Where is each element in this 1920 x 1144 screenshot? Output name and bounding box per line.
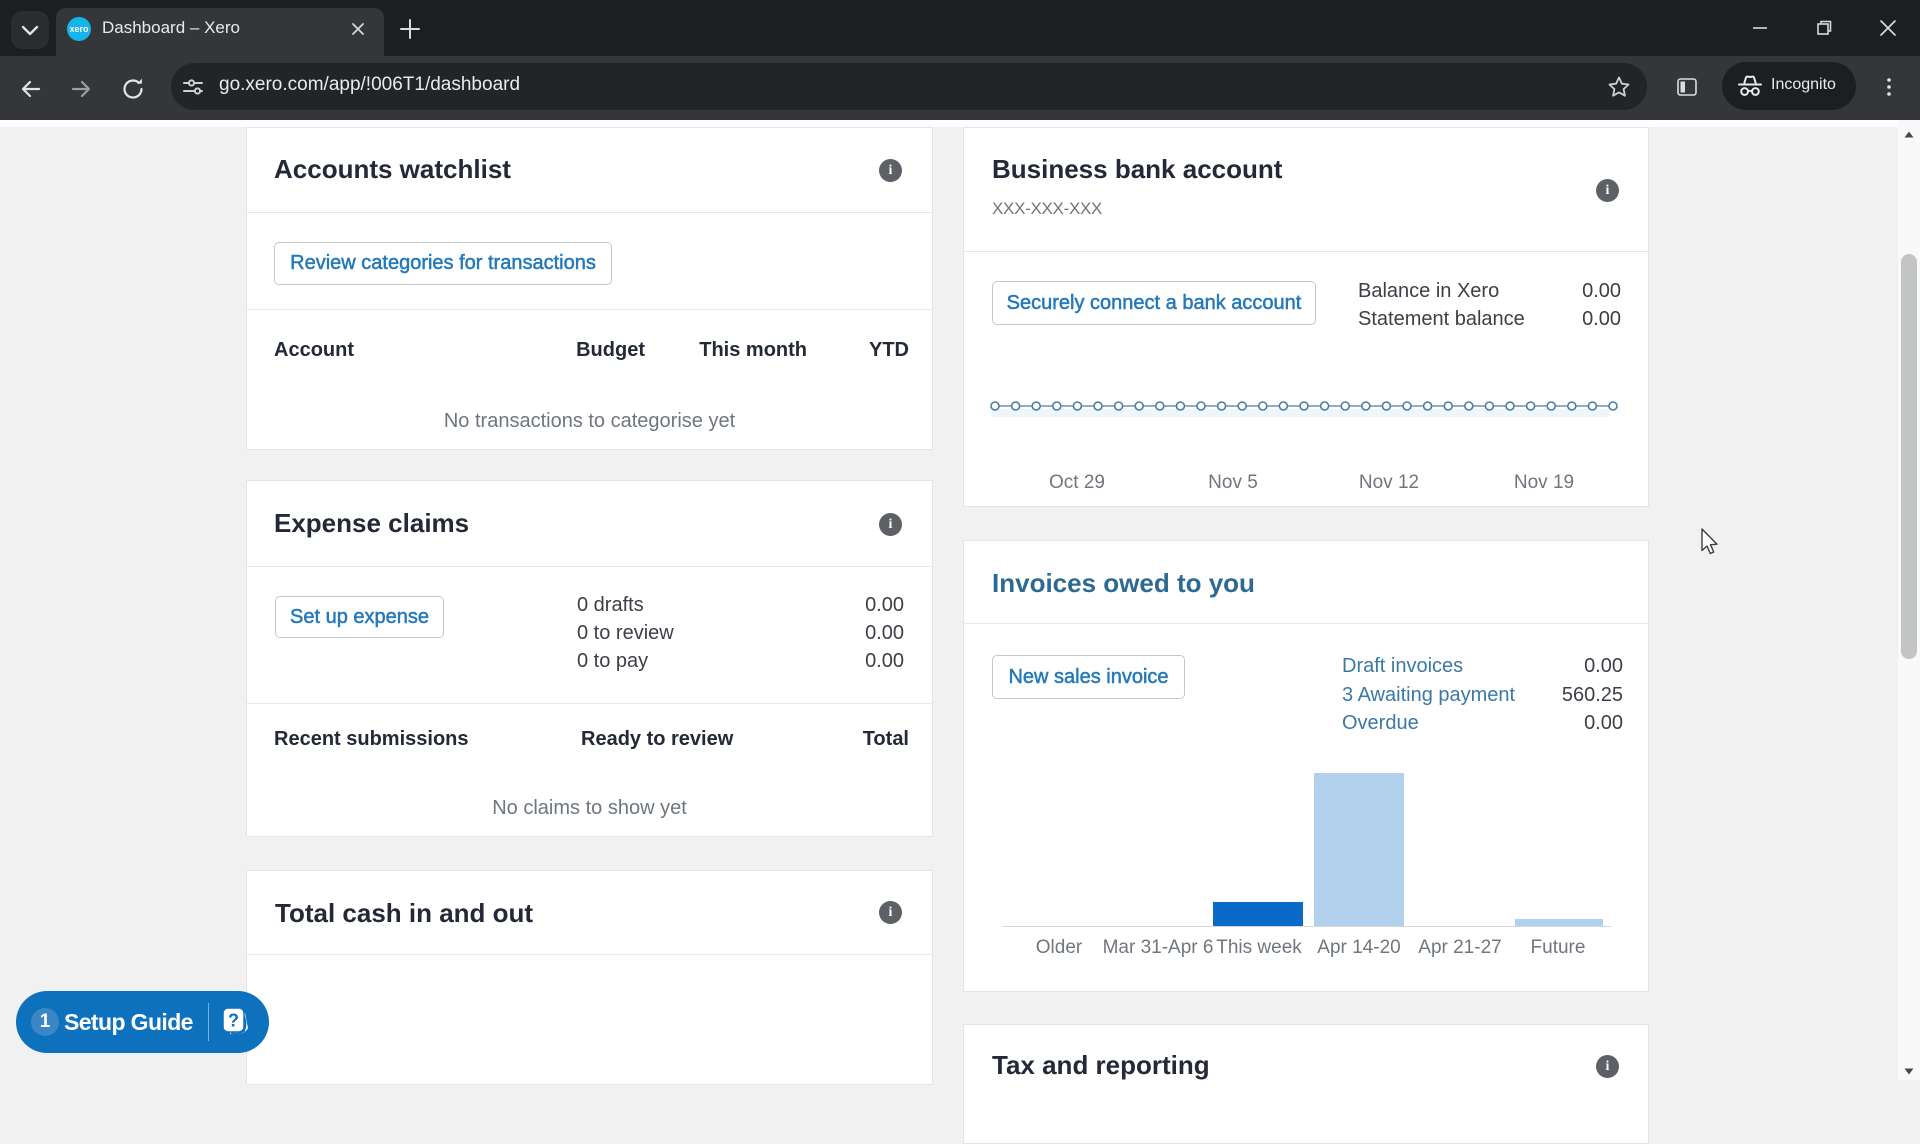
svg-text:?: ? [228, 1011, 239, 1031]
